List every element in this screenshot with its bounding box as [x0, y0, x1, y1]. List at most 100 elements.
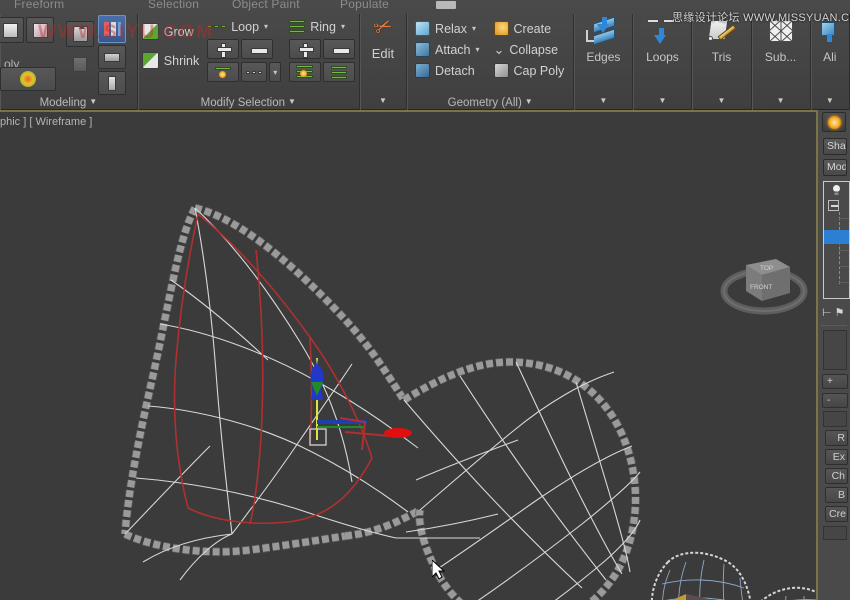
collapse-label: Collapse [509, 42, 559, 57]
loop-caret[interactable]: ▾ [264, 22, 268, 31]
ring-grow-button[interactable] [289, 39, 322, 59]
tris-label: Tris [711, 50, 732, 64]
ribbon-collapse-block[interactable] [436, 1, 456, 9]
loop-shrink-button[interactable] [241, 39, 274, 59]
ring-group: Ring ▾ [289, 17, 356, 82]
dot-loop-button[interactable] [207, 62, 240, 82]
bridge-button[interactable]: B [825, 487, 848, 503]
panel-title-geometry-all[interactable]: Geometry (All) ▼ [407, 94, 573, 110]
panel-modify-selection-caret[interactable]: ▼ [288, 97, 296, 106]
dot-ring-icon [296, 64, 314, 80]
panel-modify-selection-body: Grow Shrink Loop ▾ ▾ Ring ▾ [138, 14, 359, 94]
pin-stack-icon[interactable]: ⊢ [822, 306, 832, 319]
attach-icon [415, 42, 431, 57]
panel-subdivide-body[interactable]: Sub... [752, 14, 810, 94]
poly-object-button[interactable] [0, 17, 24, 43]
poly-cube-button[interactable] [26, 17, 54, 43]
detach-button[interactable]: Detach [415, 61, 479, 80]
extrude-up-icon [72, 24, 88, 42]
shapes-dropdown[interactable]: Shap [823, 138, 847, 155]
stack-expand-toggle[interactable] [828, 200, 839, 211]
loop-mode-dropdown[interactable]: ▾ [269, 62, 282, 82]
chamfer-button[interactable]: Ch [825, 468, 848, 484]
command-panel: Shap Mod ⊢ ⚑ + - R Ex Ch B Cre [816, 110, 850, 600]
ring-caret[interactable]: ▾ [341, 22, 345, 31]
panel-title-modeling-text: Modeling [39, 97, 87, 109]
dot-loop-icon [215, 65, 232, 79]
panel-divider-1 [821, 325, 847, 326]
modifier-stack[interactable] [823, 181, 850, 299]
panel-align-body[interactable]: Ali [811, 14, 849, 94]
rollout-subheader [823, 411, 847, 427]
scissors-icon: ✂ [369, 11, 396, 42]
edges-label: Edges [586, 50, 621, 64]
create-button-panel[interactable]: Cre [825, 506, 848, 522]
panel-loops-caret[interactable]: ▼ [633, 94, 691, 110]
rollout-collapsed[interactable]: + [822, 374, 848, 389]
create-icon [493, 21, 509, 36]
panel-subdivide: Sub... ▼ [752, 14, 811, 110]
tab-populate[interactable]: Populate [340, 0, 389, 11]
viewcube[interactable]: TOP FRONT [718, 243, 810, 321]
detach-icon [415, 63, 431, 78]
panel-align-caret[interactable]: ▼ [811, 94, 849, 110]
extrude-button[interactable]: Ex [825, 449, 848, 465]
loop-icon [207, 25, 227, 28]
shrink-button[interactable]: Shrink [141, 52, 200, 69]
ring-mode-button[interactable] [323, 62, 356, 82]
grow-label: Grow [163, 24, 194, 39]
attach-caret[interactable]: ▾ [475, 45, 479, 54]
ring-shrink-button[interactable] [323, 39, 356, 59]
tab-selection[interactable]: Selection [148, 0, 199, 11]
relax-button[interactable]: Relax ▾ [415, 19, 479, 38]
create-button[interactable]: Create [493, 19, 565, 38]
remove-button[interactable]: R [825, 430, 848, 446]
relax-caret[interactable]: ▾ [472, 24, 476, 33]
bar-icon [104, 52, 120, 62]
panel-tris-body[interactable]: Tris [692, 14, 750, 94]
cap-poly-button[interactable]: Cap Poly [493, 61, 564, 80]
tab-object-paint[interactable]: Object Paint [232, 0, 300, 11]
rollout-expanded[interactable]: - [822, 393, 848, 408]
paint-connect-button[interactable] [66, 51, 94, 77]
attach-label: Attach [435, 42, 471, 57]
viewcube-top-label: TOP [760, 265, 773, 272]
constraint-button[interactable] [98, 45, 126, 69]
generate-topology-button[interactable] [0, 67, 56, 91]
panel-title-modify-selection[interactable]: Modify Selection ▼ [138, 94, 359, 110]
loop-button[interactable]: Loop ▾ [207, 17, 281, 36]
show-end-result-icon[interactable]: ⚑ [835, 306, 845, 319]
loop-mode-button[interactable] [241, 62, 268, 82]
tab-freeform[interactable]: Freeform [14, 0, 64, 11]
modify-tab[interactable] [822, 112, 846, 132]
preserve-uv-button[interactable] [98, 71, 126, 95]
subobject-mode-button[interactable] [98, 15, 126, 43]
panel-edges-body[interactable]: Edges [574, 14, 632, 94]
dot-ring-button[interactable] [289, 62, 322, 82]
loop-grow-button[interactable] [207, 39, 240, 59]
dash-loop-icon [246, 70, 263, 74]
panel-modeling-caret[interactable]: ▼ [89, 97, 97, 106]
grow-button[interactable]: Grow [141, 23, 199, 40]
stack-selected-item[interactable] [824, 230, 849, 244]
collapse-button[interactable]: ⌄ Collapse [494, 40, 565, 59]
panel-geometry-caret[interactable]: ▼ [525, 97, 533, 106]
viewport[interactable]: phic ] [ Wireframe ] .wf { fill:none; st… [0, 110, 816, 600]
panel-title-modeling[interactable]: Modeling ▼ [0, 94, 137, 110]
ring-button[interactable]: Ring ▾ [289, 17, 355, 36]
paint-deform-icon [73, 56, 87, 72]
attach-button[interactable]: Attach ▾ [415, 40, 480, 59]
panel-edges-caret[interactable]: ▼ [574, 94, 632, 110]
panel-edit-caret[interactable]: ▼ [360, 94, 406, 110]
panel-edges: Edges ▼ [574, 14, 634, 110]
panel-subdivide-caret[interactable]: ▼ [752, 94, 810, 110]
panel-edit-body[interactable]: ✂ Edit [360, 11, 406, 94]
panel-tris-caret[interactable]: ▼ [692, 94, 750, 110]
modifier-list-dropdown[interactable]: Mod [823, 159, 847, 176]
column-icon [108, 75, 116, 91]
swift-loop-button[interactable] [66, 21, 94, 47]
grow-icon [141, 23, 159, 40]
shrink-label: Shrink [163, 53, 200, 68]
panel-loops-body[interactable]: Loops [633, 14, 691, 94]
loop-group: Loop ▾ ▾ [207, 17, 282, 82]
